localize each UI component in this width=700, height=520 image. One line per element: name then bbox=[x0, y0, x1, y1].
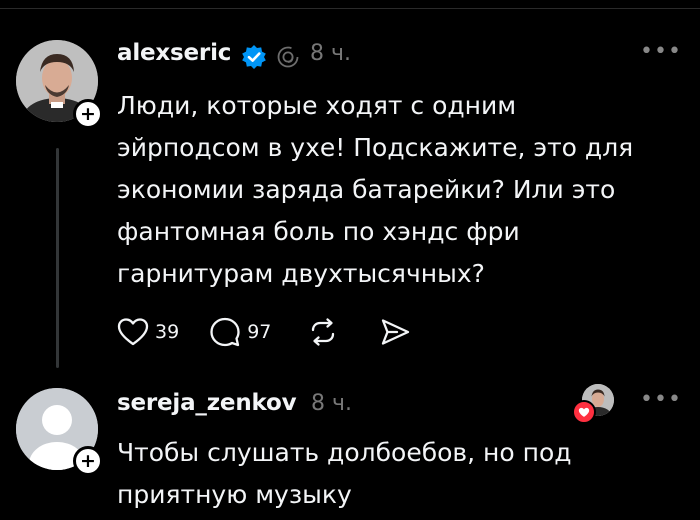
like-count: 39 bbox=[155, 321, 180, 343]
follow-button[interactable]: + bbox=[73, 99, 103, 129]
thread-connector-line bbox=[56, 148, 59, 368]
reply-follow-button[interactable]: + bbox=[73, 446, 103, 476]
like-button[interactable]: 39 bbox=[117, 314, 179, 350]
top-divider bbox=[0, 8, 700, 9]
reply-author-username[interactable]: sereja_zenkov bbox=[117, 390, 297, 416]
reply-more-options-button[interactable]: ••• bbox=[640, 389, 682, 411]
post-more-options-button[interactable]: ••• bbox=[640, 41, 682, 63]
author-username[interactable]: alexseric bbox=[117, 40, 231, 66]
post-text: Люди, которые ходят с одним эйрподсом в … bbox=[117, 91, 634, 288]
send-icon bbox=[382, 319, 410, 345]
liked-heart-icon bbox=[572, 400, 596, 424]
repost-icon bbox=[312, 318, 335, 346]
reply-text: Чтобы слушать долбоебов, но под приятную… bbox=[117, 438, 572, 509]
share-button[interactable] bbox=[379, 314, 411, 350]
reply-time: 8 ч. bbox=[311, 391, 352, 416]
author-liked-indicator bbox=[572, 384, 616, 424]
comment-bubble-icon bbox=[210, 317, 240, 347]
verified-badge-icon bbox=[242, 45, 266, 69]
post-time: 8 ч. bbox=[310, 41, 351, 66]
post-action-bar: 39 97 bbox=[117, 314, 411, 350]
threads-logo-icon bbox=[277, 46, 299, 68]
comment-count: 97 bbox=[247, 321, 272, 343]
repost-button[interactable] bbox=[307, 314, 339, 350]
comment-button[interactable]: 97 bbox=[209, 314, 271, 350]
heart-icon bbox=[117, 318, 149, 346]
